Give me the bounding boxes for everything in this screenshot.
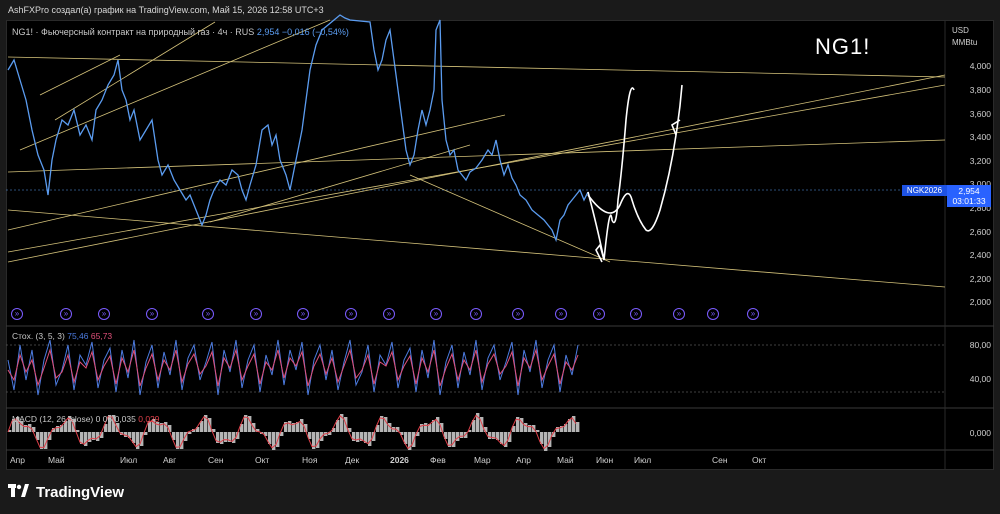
trendline	[7, 84, 946, 253]
currency-label: USD	[952, 26, 969, 35]
macd-legend[interactable]: MACD (12, 26, close) 0 06 0,035 0,029	[12, 414, 160, 424]
ticker-price-label: NGK2026	[902, 185, 947, 196]
event-icon[interactable]: »	[11, 308, 23, 320]
trendline	[7, 209, 946, 288]
x-tick: Апр	[10, 455, 25, 465]
event-icon[interactable]: »	[512, 308, 524, 320]
macd-bar	[460, 432, 464, 438]
stoch-tick: 40,00	[969, 374, 991, 384]
price-tag-countdown: 03:01:33	[952, 196, 986, 206]
trendline	[7, 56, 946, 78]
macd-bar	[524, 423, 528, 432]
projection-path-1	[587, 87, 635, 263]
x-tick: Окт	[752, 455, 767, 465]
event-icon[interactable]: »	[593, 308, 605, 320]
event-icon[interactable]: »	[146, 308, 158, 320]
y-tick: 3,600	[969, 109, 991, 119]
event-icon[interactable]: »	[555, 308, 567, 320]
legend-price: 2,954	[256, 27, 280, 37]
event-icon[interactable]: »	[297, 308, 309, 320]
trendline	[409, 174, 611, 263]
y-tick: 4,000	[969, 61, 991, 71]
unit-label: MMBtu	[952, 38, 978, 47]
event-icon[interactable]: »	[747, 308, 759, 320]
event-icon[interactable]: »	[98, 308, 110, 320]
y-tick: 2,400	[969, 250, 991, 260]
stoch-k-value: 75,46	[67, 331, 89, 341]
x-tick: Авг	[163, 455, 177, 465]
trendline	[209, 144, 471, 223]
event-icon[interactable]: »	[383, 308, 395, 320]
y-tick: 3,400	[969, 132, 991, 142]
macd-value-3: 0,035	[114, 414, 136, 424]
macd-bar	[488, 432, 492, 439]
macd-tick: 0,000	[969, 428, 991, 438]
x-tick: Май	[557, 455, 574, 465]
chart-svg	[6, 14, 994, 470]
macd-bar	[224, 432, 228, 442]
macd-bar	[528, 425, 532, 432]
macd-bar	[368, 432, 372, 446]
x-tick: Июл	[634, 455, 652, 465]
y-tick: 3,800	[969, 85, 991, 95]
current-price-tag: 2,954 03:01:33	[947, 185, 991, 207]
y-tick: 2,000	[969, 297, 991, 307]
stoch-label: Стох. (3, 5, 3)	[12, 331, 65, 341]
macd-bar	[40, 432, 44, 449]
legend-change: −0,016 (−0,54%)	[281, 27, 349, 37]
x-tick: Окт	[255, 455, 270, 465]
event-icon[interactable]: »	[630, 308, 642, 320]
price-series-line	[7, 14, 589, 243]
macd-bar	[300, 419, 304, 432]
x-tick: Сен	[208, 455, 224, 465]
event-icon[interactable]: »	[202, 308, 214, 320]
event-icon[interactable]: »	[345, 308, 357, 320]
symbol-legend[interactable]: NG1! · Фьючерсный контракт на природный …	[12, 27, 349, 37]
projection-path-2	[587, 84, 683, 232]
macd-bar	[56, 426, 60, 432]
event-icon[interactable]: »	[430, 308, 442, 320]
x-tick: Июн	[596, 455, 614, 465]
event-icon[interactable]: »	[707, 308, 719, 320]
price-tag-value: 2,954	[958, 186, 980, 196]
trendline	[19, 19, 331, 151]
x-tick: Май	[48, 455, 65, 465]
macd-value-1: 0	[95, 414, 101, 424]
stoch-k-line	[7, 339, 579, 396]
trendlines	[7, 19, 946, 288]
x-tick: Июл	[120, 455, 138, 465]
event-icon[interactable]: »	[250, 308, 262, 320]
event-icon[interactable]: »	[60, 308, 72, 320]
tradingview-logo-icon	[8, 484, 30, 502]
x-tick-year: 2026	[390, 455, 409, 465]
macd-value-2: 06	[102, 414, 113, 424]
symbol-description: NG1! · Фьючерсный контракт на природный …	[12, 27, 255, 37]
macd-value-4: 0,029	[138, 414, 160, 424]
chart-watermark-title: NG1!	[815, 34, 871, 59]
stoch-tick: 80,00	[969, 340, 991, 350]
macd-label: MACD (12, 26, close)	[12, 414, 94, 424]
event-icon[interactable]: »	[673, 308, 685, 320]
event-icon[interactable]: »	[470, 308, 482, 320]
y-tick: 2,600	[969, 227, 991, 237]
y-tick: 3,200	[969, 156, 991, 166]
stoch-legend[interactable]: Стох. (3, 5, 3) 75,46 65,73	[12, 331, 112, 341]
y-tick: 2,200	[969, 274, 991, 284]
x-tick: Дек	[345, 455, 360, 465]
currency-unit-label[interactable]: USD MMBtu	[952, 25, 977, 49]
stoch-d-value: 65,73	[90, 331, 113, 341]
x-tick: Мар	[474, 455, 491, 465]
x-tick: Апр	[516, 455, 531, 465]
brand-name: TradingView	[36, 484, 125, 501]
macd-bar	[424, 423, 428, 432]
x-tick: Ноя	[302, 455, 318, 465]
brand-footer[interactable]: TradingView	[8, 484, 124, 502]
macd-bar	[356, 432, 360, 442]
x-tick: Фев	[430, 455, 446, 465]
x-tick: Сен	[712, 455, 728, 465]
macd-bar	[576, 422, 580, 432]
trendline	[39, 54, 121, 96]
